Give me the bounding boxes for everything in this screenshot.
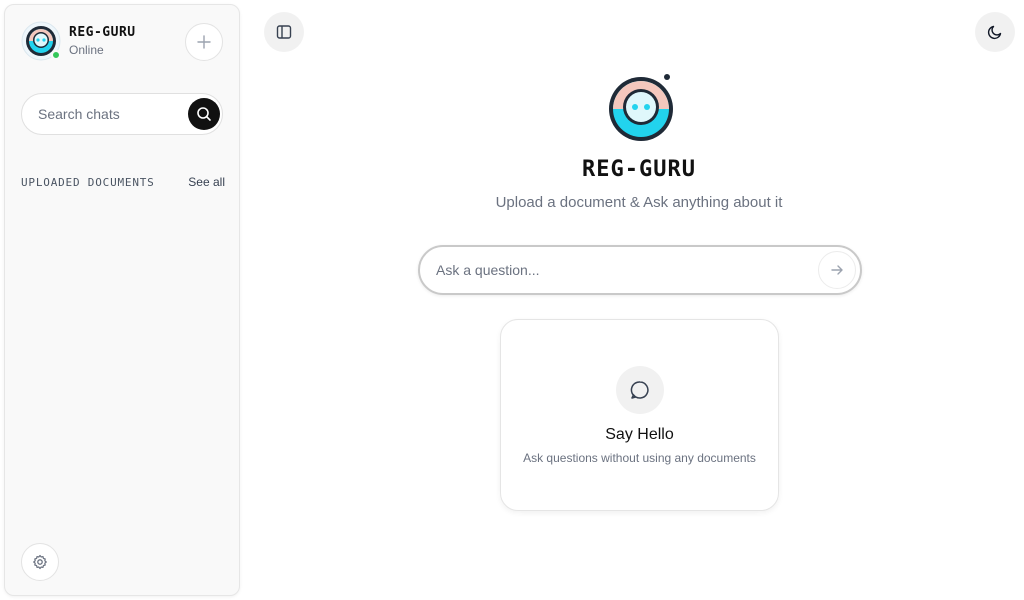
app-root: REG-GURU Online UPLOADED DOCUMENTS See a… xyxy=(0,0,1024,600)
toggle-sidebar-button[interactable] xyxy=(264,12,304,52)
theme-toggle-button[interactable] xyxy=(975,12,1015,52)
card-description: Ask questions without using any document… xyxy=(523,451,756,465)
ask-question-box xyxy=(418,245,862,295)
section-title: UPLOADED DOCUMENTS xyxy=(21,175,155,189)
send-button[interactable] xyxy=(818,251,856,289)
app-name: REG-GURU xyxy=(69,25,136,40)
new-chat-button[interactable] xyxy=(185,23,223,61)
search-input[interactable] xyxy=(38,106,178,122)
plus-icon xyxy=(197,35,211,49)
search-button[interactable] xyxy=(188,98,220,130)
settings-button[interactable] xyxy=(21,543,59,581)
chat-bubble-icon xyxy=(630,381,649,399)
avatar xyxy=(21,21,61,61)
sidebar: REG-GURU Online UPLOADED DOCUMENTS See a… xyxy=(4,4,240,596)
say-hello-card[interactable]: Say Hello Ask questions without using an… xyxy=(500,319,779,511)
brand-header: REG-GURU Online xyxy=(21,21,136,61)
moon-icon xyxy=(987,25,1002,40)
card-title: Say Hello xyxy=(605,426,674,443)
hero-logo xyxy=(606,72,676,147)
uploaded-documents-header: UPLOADED DOCUMENTS See all xyxy=(21,175,225,189)
card-icon-wrap xyxy=(616,366,664,414)
page-title: REG-GURU xyxy=(582,157,696,182)
page-subtitle: Upload a document & Ask anything about i… xyxy=(495,194,783,211)
search-icon xyxy=(197,107,211,121)
online-status: Online xyxy=(69,43,104,57)
sidebar-toggle-icon xyxy=(276,25,292,39)
ask-question-input[interactable] xyxy=(436,262,796,278)
gear-icon xyxy=(33,554,47,570)
search-chats xyxy=(21,93,223,135)
see-all-link[interactable]: See all xyxy=(188,175,225,189)
brand-text: REG-GURU Online xyxy=(69,25,136,57)
online-status-dot xyxy=(51,50,61,60)
robot-logo-icon xyxy=(609,74,673,141)
arrow-right-icon xyxy=(831,265,843,275)
